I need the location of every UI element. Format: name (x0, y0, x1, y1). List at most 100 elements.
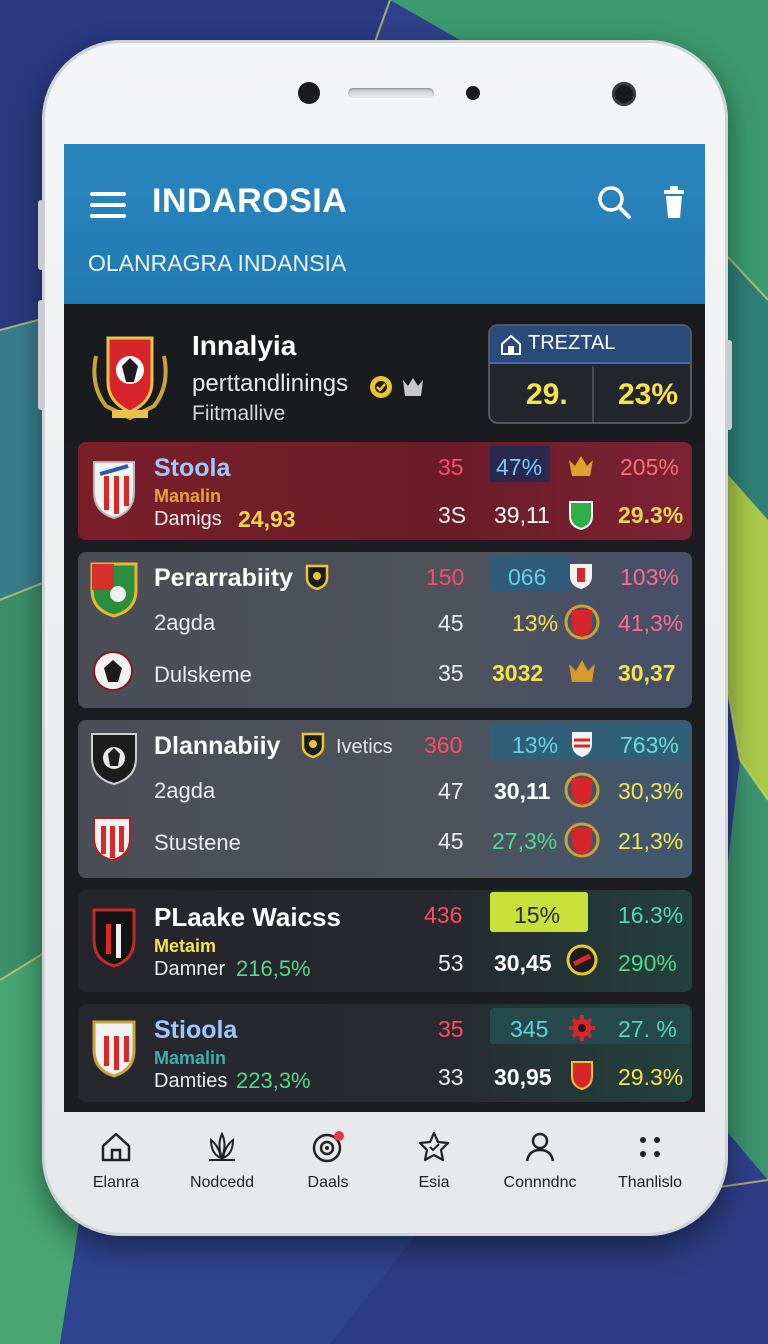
stat-cell: 205% (620, 454, 679, 480)
trash-icon[interactable] (662, 184, 686, 220)
stat-cell: 45 (438, 610, 464, 636)
nav-item-home[interactable]: Elanra (66, 1130, 166, 1210)
stat-cell: 47% (496, 454, 543, 480)
nav-item-esia[interactable]: Esia (384, 1130, 484, 1210)
nav-item-connndnc[interactable]: Connndnc (490, 1130, 590, 1210)
stat-cell: 30,3% (618, 778, 684, 804)
stat-cell: 30,37 (618, 660, 676, 686)
team-card[interactable]: Stoola Manalin Damigs 24,93 35 47% 205% … (78, 442, 692, 540)
total-label: TREZTAL (528, 332, 616, 354)
stat-cell: 150 (426, 564, 465, 590)
stat-cell: 3S (438, 502, 467, 528)
crown-shield-icon (403, 378, 423, 396)
gold-badge-icon (301, 732, 325, 758)
team-card[interactable]: PLaake Waicss Metaim Damner 216,5% 436 1… (78, 890, 692, 992)
team-crest-icon (91, 733, 137, 786)
hamburger-menu-icon[interactable] (90, 192, 126, 218)
team-card[interactable]: Dlannabiiy Ivetics 2agda Stustene 360 13… (78, 720, 692, 878)
team-row-label: Stustene (154, 830, 241, 855)
team-crest-icon (92, 336, 168, 421)
team-name: Dlannabiiy (154, 732, 281, 760)
stat-cell: 345 (510, 1016, 549, 1042)
team-crest-icon (92, 908, 136, 968)
team-stat-value: 216,5% (236, 956, 311, 981)
crown-icon (569, 660, 595, 682)
stat-cell: 290% (618, 950, 677, 976)
stat-cell: 47 (438, 778, 464, 804)
team-card[interactable]: Stioola Mamalin Damties 223,3% 35 345 27… (78, 1004, 692, 1102)
team-tag: Ivetics (336, 736, 393, 758)
sensor (466, 86, 480, 100)
stat-cell: 15% (514, 902, 561, 928)
team-row-label: 2agda (154, 610, 216, 635)
team-stat-label: Damner (154, 958, 226, 980)
gold-badge-icon (370, 376, 392, 398)
team-crest-icon (564, 772, 600, 808)
nav-label: Nodcedd (189, 1174, 255, 1191)
team-row-label: Dulskeme (154, 662, 252, 687)
rear-sensor (612, 82, 636, 106)
nav-item-thanlislo[interactable]: Thanlislo (600, 1130, 700, 1210)
nav-item-daals[interactable]: Daals (278, 1130, 378, 1210)
grid-dots-icon (640, 1137, 660, 1157)
total-divider (592, 366, 594, 422)
speaker-grille (348, 88, 434, 98)
stat-cell: 103% (620, 564, 679, 590)
featured-team-status: Fiitmallive (192, 402, 286, 425)
team-stat-label: Damties (154, 1070, 228, 1092)
stat-cell: 16.3% (618, 902, 684, 928)
stat-cell: 360 (424, 732, 463, 758)
stat-cell: 30,95 (494, 1064, 552, 1090)
total-stats-box[interactable]: TREZTAL 29. 23% (488, 324, 692, 424)
stat-cell: 13% (512, 732, 559, 758)
lotus-icon (209, 1131, 235, 1161)
stat-cell: 35 (438, 454, 464, 480)
team-crest-icon (564, 822, 600, 858)
nav-label: Daals (307, 1174, 349, 1191)
team-crest-icon (93, 461, 135, 520)
stat-cell: 27,3% (492, 828, 558, 854)
team-name: Stoola (154, 454, 231, 482)
featured-team-subtitle: perttandlinings (192, 370, 349, 397)
team-crest-icon (92, 1020, 136, 1078)
team-row-label: 2agda (154, 778, 216, 803)
team-stat-value: 24,93 (238, 506, 296, 532)
green-shield-icon (569, 501, 593, 530)
search-icon[interactable] (596, 184, 632, 220)
team-crest-icon (572, 732, 592, 757)
stat-cell: 33 (438, 1064, 464, 1090)
total-left-value: 29. (526, 378, 568, 411)
stat-cell: 30,11 (494, 778, 551, 804)
volume-button (38, 200, 44, 270)
app-subtitle: OLANRAGRA INDANSIA (88, 250, 347, 276)
stat-cell: 27. % (618, 1016, 677, 1042)
app-header: INDAROSIA OLANRAGRA INDANSIA (64, 144, 705, 304)
team-name: Perarrabiity (154, 564, 293, 592)
team-crest-icon (93, 651, 133, 691)
nav-label: Elanra (92, 1174, 140, 1191)
team-crest-icon (570, 564, 592, 589)
team-crest-icon (566, 944, 598, 976)
stat-cell: 41,3% (618, 610, 684, 636)
nav-label: Esia (418, 1174, 450, 1191)
stat-cell: 45 (438, 828, 464, 854)
team-meta: Mamalin (154, 1048, 227, 1068)
featured-team-panel[interactable]: Innalyia perttandlinings Fiitmallive TRE… (64, 304, 705, 442)
stat-cell: 35 (438, 660, 464, 686)
star-icon (418, 1131, 450, 1162)
stat-cell: 21,3% (618, 828, 684, 854)
nav-item-nodcedd[interactable]: Nodcedd (172, 1130, 272, 1210)
team-card[interactable]: Perarrabiity 2agda Dulskeme 150 066 103%… (78, 552, 692, 708)
gear-crest-icon (569, 1015, 595, 1041)
team-meta: Manalin (154, 486, 222, 506)
total-right-value: 23% (618, 378, 679, 411)
home-icon (501, 334, 521, 355)
team-stat-label: Damigs (154, 508, 222, 530)
nav-label: Thanlislo (617, 1174, 683, 1191)
home-icon (101, 1132, 131, 1162)
gold-badge-icon (305, 564, 329, 590)
team-crest-icon (93, 817, 131, 862)
team-crest-icon (90, 562, 138, 618)
team-stat-value: 223,3% (236, 1068, 311, 1093)
total-header: TREZTAL (490, 326, 690, 364)
